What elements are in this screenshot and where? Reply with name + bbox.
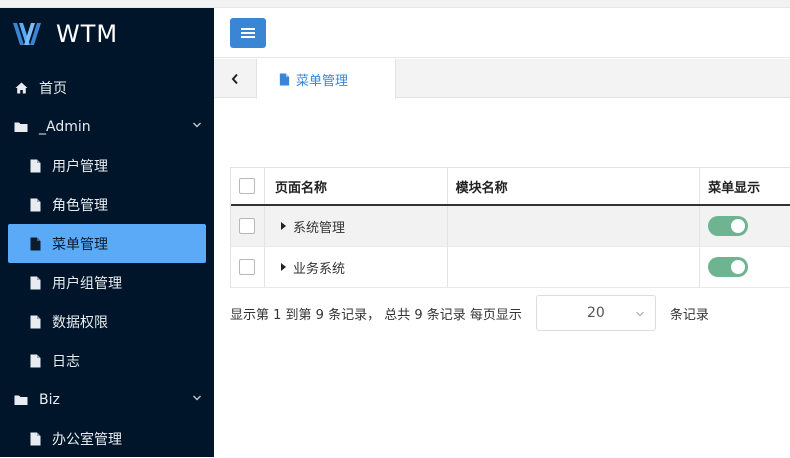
menu-table: 页面名称 模块名称 菜单显示 系统管理 业务系统: [230, 167, 790, 288]
table-header-row: 页面名称 模块名称 菜单显示: [231, 168, 790, 206]
folder-icon: [14, 120, 28, 134]
browser-top-strip: [0, 0, 790, 8]
page-name: 系统管理: [292, 220, 345, 236]
module-name-cell: [448, 247, 701, 287]
sidebar-item-biz[interactable]: Biz: [0, 380, 214, 419]
page-name: 业务系统: [292, 261, 345, 277]
row-checkbox[interactable]: [239, 259, 256, 275]
sidebar-item-user-management[interactable]: 用户管理: [0, 146, 214, 185]
page-name-cell: 业务系统: [265, 247, 448, 287]
sidebar-item-label: 用户组管理: [52, 275, 122, 292]
top-header: [214, 8, 790, 58]
chevron-left-icon: [231, 73, 238, 84]
pagination-suffix: 条记录: [669, 307, 709, 323]
tab-bar: 菜单管理: [214, 59, 790, 99]
row-checkbox[interactable]: [239, 218, 256, 234]
sidebar-item-label: 角色管理: [52, 197, 108, 214]
chevron-down-icon: [193, 395, 201, 401]
row-select-cell: [231, 206, 265, 246]
home-icon: [14, 81, 28, 95]
sidebar-item-role-management[interactable]: 角色管理: [0, 185, 214, 224]
expand-caret-icon[interactable]: [280, 222, 286, 230]
table-row: 业务系统: [231, 247, 790, 288]
chevron-down-icon: [193, 122, 201, 128]
expand-caret-icon[interactable]: [280, 263, 286, 271]
file-icon: [28, 237, 42, 251]
select-all-checkbox[interactable]: [239, 178, 256, 194]
toggle-knob: [731, 219, 746, 233]
menu-display-toggle[interactable]: [708, 216, 749, 236]
module-name-cell: [448, 206, 701, 246]
sidebar-item-label: 日志: [52, 353, 80, 370]
sidebar-item-label: 办公室管理: [52, 431, 122, 448]
chevron-down-icon: [635, 311, 644, 317]
sidebar-item-label: _Admin: [39, 118, 91, 135]
file-icon: [28, 159, 42, 173]
menu-toggle-button[interactable]: [230, 18, 266, 48]
header-select-cell: [231, 168, 265, 204]
main-area: 菜单管理 页面名称 模块名称 菜单显示 系统管理 业务系统 显示第 1 到第 9…: [214, 8, 790, 457]
pagination-info: 显示第 1 到第 9 条记录， 总共 9 条记录 每页显示: [230, 307, 522, 323]
sidebar-item-data-permissions[interactable]: 数据权限: [0, 302, 214, 341]
brand: WTM: [0, 8, 214, 60]
row-select-cell: [231, 247, 265, 287]
sidebar-item-home[interactable]: 首页: [0, 68, 214, 107]
sidebar: WTM 首页 _Admin 用户管理 角色管理 菜单管理 用户组管理 数据权限 …: [0, 8, 214, 457]
sidebar-item-usergroup-management[interactable]: 用户组管理: [0, 263, 214, 302]
folder-icon: [14, 393, 28, 407]
menu-display-cell: [700, 247, 790, 287]
sidebar-item-label: 数据权限: [52, 314, 108, 331]
column-header-menu-display[interactable]: 菜单显示: [700, 168, 790, 204]
file-icon: [279, 72, 290, 86]
table-row: 系统管理: [231, 206, 790, 247]
file-icon: [28, 432, 42, 446]
toggle-knob: [731, 260, 746, 274]
page-name-cell: 系统管理: [265, 206, 448, 246]
wtm-logo-icon: [13, 23, 41, 45]
file-icon: [28, 354, 42, 368]
sidebar-item-label: 菜单管理: [52, 236, 108, 253]
sidebar-item-label: 用户管理: [52, 158, 108, 175]
hamburger-icon: [241, 28, 255, 38]
column-header-module-name[interactable]: 模块名称: [448, 168, 701, 204]
brand-name: WTM: [56, 20, 119, 48]
sidebar-item-office-management[interactable]: 办公室管理: [0, 419, 214, 458]
sidebar-item-logs[interactable]: 日志: [0, 341, 214, 380]
menu-display-cell: [700, 206, 790, 246]
tab-scroll-left-button[interactable]: [214, 59, 256, 98]
tab-menu-management[interactable]: 菜单管理: [256, 59, 396, 99]
tab-label: 菜单管理: [296, 73, 349, 89]
sidebar-menu: 首页 _Admin 用户管理 角色管理 菜单管理 用户组管理 数据权限 日志 B…: [0, 68, 214, 458]
sidebar-item-label: Biz: [39, 391, 60, 408]
file-icon: [28, 315, 42, 329]
pagination-bar: 显示第 1 到第 9 条记录， 总共 9 条记录 每页显示 20 条记录: [230, 295, 790, 331]
sidebar-item-menu-management[interactable]: 菜单管理: [8, 224, 206, 263]
file-icon: [28, 198, 42, 212]
page-size-value: 20: [586, 305, 605, 321]
file-icon: [28, 276, 42, 290]
column-header-page-name[interactable]: 页面名称: [265, 168, 448, 204]
sidebar-item-admin[interactable]: _Admin: [0, 107, 214, 146]
menu-display-toggle[interactable]: [708, 257, 749, 277]
page-size-select[interactable]: 20: [535, 295, 656, 331]
sidebar-item-label: 首页: [39, 80, 67, 97]
